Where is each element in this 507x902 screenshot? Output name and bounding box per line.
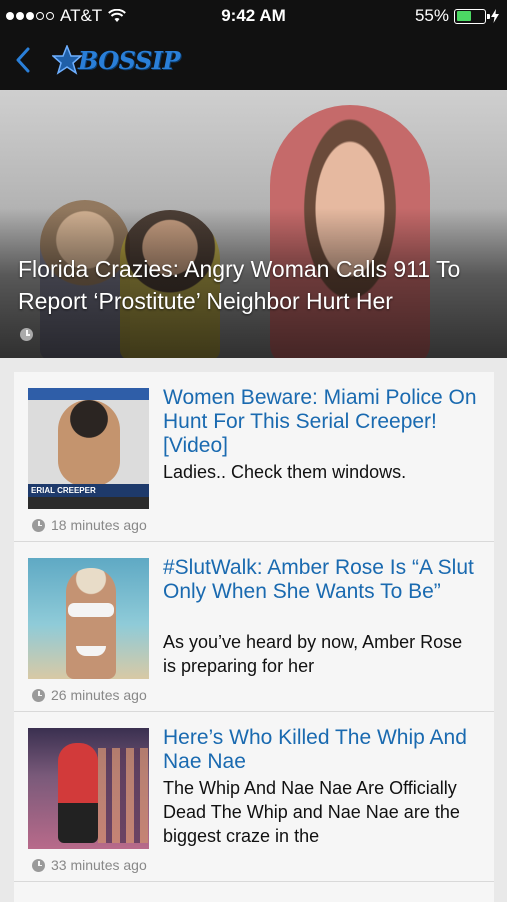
article-time: 26 minutes ago (51, 687, 147, 703)
article-card[interactable]: ERIAL CREEPER Women Beware: Miami Police… (14, 372, 494, 542)
charging-bolt-icon (491, 9, 499, 23)
article-headline[interactable]: #SlutWalk: Amber Rose Is “A Slut Only Wh… (163, 556, 480, 604)
thumbnail-caption: ERIAL CREEPER (28, 484, 149, 497)
navigation-bar: BOSSIP (0, 30, 507, 90)
featured-story[interactable]: Florida Crazies: Angry Woman Calls 911 T… (0, 90, 507, 358)
back-button[interactable] (8, 43, 38, 77)
thumbnail-figure (58, 743, 98, 843)
suspect-photo (58, 400, 120, 486)
article-excerpt: Ladies.. Check them windows. (163, 462, 407, 482)
battery-icon (454, 8, 490, 24)
article-time: 33 minutes ago (51, 857, 147, 873)
clock-icon (20, 328, 33, 341)
article-headline[interactable]: Women Beware: Miami Police On Hunt For T… (163, 386, 480, 458)
article-excerpt: The Whip And Nae Nae Are Officially Dead… (163, 778, 460, 846)
thumbnail-crowd (98, 748, 148, 843)
thumbnail-figure (66, 568, 116, 679)
bossip-logo[interactable]: BOSSIP (52, 42, 181, 78)
thumbnail-detail (68, 603, 114, 617)
article-meta: 33 minutes ago (32, 857, 147, 873)
article-meta: 26 minutes ago (32, 687, 147, 703)
article-thumbnail (28, 728, 149, 849)
article-card[interactable]: #SlutWalk: Amber Rose Is “A Slut Only Wh… (14, 542, 494, 712)
article-excerpt: As you’ve heard by now, Amber Rose is pr… (163, 632, 463, 676)
article-card[interactable] (14, 882, 494, 902)
status-bar: AT&T 9:42 AM 55% (0, 0, 507, 30)
logo-text: BOSSIP (78, 45, 181, 75)
chevron-left-icon (16, 47, 30, 73)
battery-info: 55% (415, 6, 499, 26)
article-headline[interactable]: Here’s Who Killed The Whip And Nae Nae (163, 726, 480, 774)
article-meta: 18 minutes ago (32, 517, 147, 533)
featured-story-title: Florida Crazies: Angry Woman Calls 911 T… (18, 256, 461, 314)
article-list: ERIAL CREEPER Women Beware: Miami Police… (14, 372, 494, 902)
clock-icon (32, 518, 45, 532)
article-thumbnail: ERIAL CREEPER (28, 388, 149, 509)
article-time: 18 minutes ago (51, 517, 147, 533)
clock-icon (32, 688, 45, 702)
battery-percent: 55% (414, 6, 449, 25)
article-thumbnail (28, 558, 149, 679)
article-card[interactable]: Here’s Who Killed The Whip And Nae Nae T… (14, 712, 494, 882)
clock-icon (32, 858, 45, 872)
